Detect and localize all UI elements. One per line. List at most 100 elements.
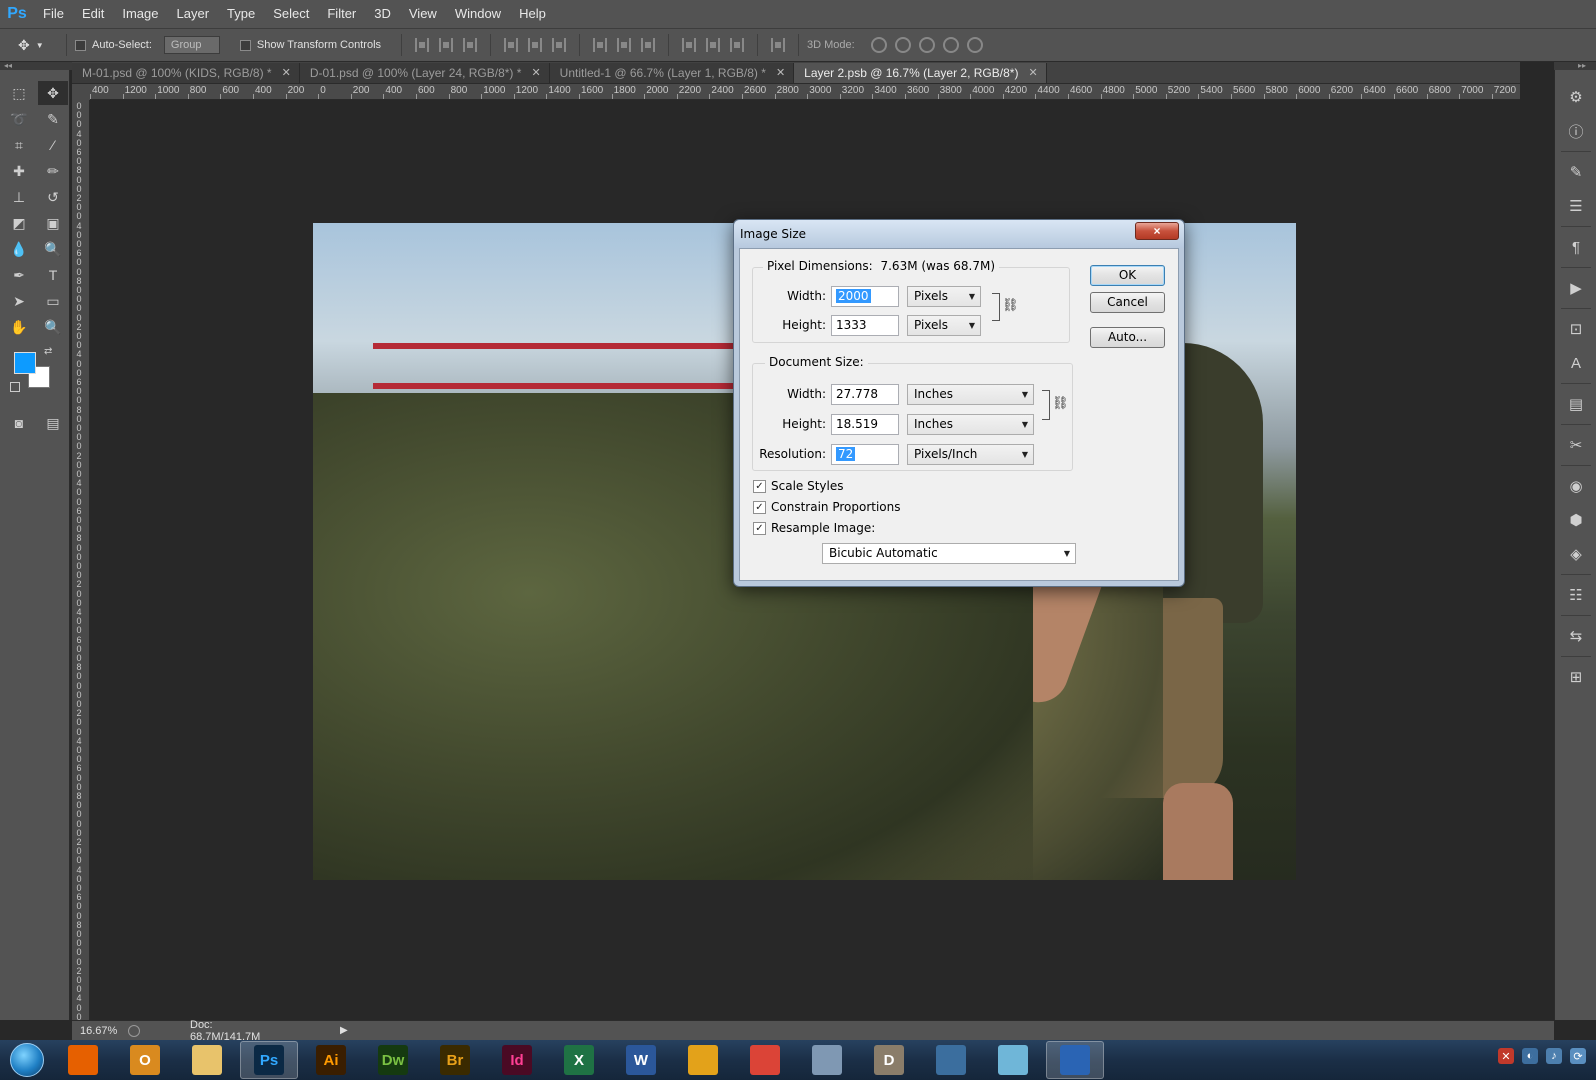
foreground-color-swatch[interactable] bbox=[14, 352, 36, 374]
screen-mode-icon[interactable]: ▤ bbox=[38, 411, 68, 435]
distribute-right-icon[interactable] bbox=[730, 38, 745, 52]
close-button[interactable]: × bbox=[1135, 222, 1179, 240]
align-top-icon[interactable] bbox=[415, 38, 430, 52]
doc-width-input[interactable]: 27.778 bbox=[831, 384, 899, 405]
hand-tool-icon[interactable]: ✋ bbox=[4, 315, 34, 339]
close-icon[interactable]: ✕ bbox=[282, 63, 291, 83]
constrain-proportions-checkbox[interactable]: ✓ bbox=[753, 500, 766, 514]
taskbar-button[interactable]: W bbox=[612, 1041, 670, 1079]
resolution-input[interactable]: 72 bbox=[831, 444, 899, 465]
close-icon[interactable]: ✕ bbox=[531, 63, 540, 83]
auto-select-checkbox[interactable] bbox=[75, 39, 86, 51]
status-menu-arrow-icon[interactable]: ▶ bbox=[340, 1025, 348, 1036]
close-icon[interactable]: ✕ bbox=[1028, 63, 1037, 83]
align-right-icon[interactable] bbox=[552, 38, 567, 52]
menu-window[interactable]: Window bbox=[446, 0, 510, 28]
paragraph-panel-icon[interactable]: ¶ bbox=[1555, 230, 1596, 264]
menu-help[interactable]: Help bbox=[510, 0, 555, 28]
rectangle-tool-icon[interactable]: ▭ bbox=[38, 289, 68, 313]
history-brush-tool-icon[interactable]: ↺ bbox=[38, 185, 68, 209]
start-button[interactable] bbox=[0, 1040, 54, 1080]
doc-height-input[interactable]: 18.519 bbox=[831, 414, 899, 435]
menu-layer[interactable]: Layer bbox=[168, 0, 219, 28]
menu-image[interactable]: Image bbox=[113, 0, 167, 28]
menu-select[interactable]: Select bbox=[264, 0, 318, 28]
align-left-icon[interactable] bbox=[504, 38, 519, 52]
dodge-tool-icon[interactable]: 🔍 bbox=[38, 237, 68, 261]
3d-panel-icon[interactable]: ⬢ bbox=[1555, 503, 1596, 537]
taskbar-button[interactable]: Ai bbox=[302, 1041, 360, 1079]
default-colors-icon[interactable] bbox=[10, 382, 20, 392]
measurement-log-icon[interactable]: ⇆ bbox=[1555, 619, 1596, 653]
taskbar-button[interactable] bbox=[736, 1041, 794, 1079]
taskbar-button[interactable]: O bbox=[116, 1041, 174, 1079]
distribute-horizontal-center-icon[interactable] bbox=[706, 38, 721, 52]
ruler-origin[interactable] bbox=[72, 84, 90, 100]
actions-panel-icon[interactable]: ▶ bbox=[1555, 271, 1596, 305]
distribute-top-icon[interactable] bbox=[593, 38, 608, 52]
swap-colors-icon[interactable]: ⇄ bbox=[44, 346, 52, 357]
taskbar-button[interactable]: X bbox=[550, 1041, 608, 1079]
slide-3d-icon[interactable] bbox=[942, 37, 959, 53]
horizontal-ruler[interactable]: 400 1200 1000 800 600 400 200 0 200 400 600 800 1000… bbox=[90, 84, 1520, 100]
crop-tool-icon[interactable]: ⌗ bbox=[4, 133, 34, 157]
menu-filter[interactable]: Filter bbox=[318, 0, 365, 28]
gradient-tool-icon[interactable]: ▣ bbox=[38, 211, 68, 235]
pen-tool-icon[interactable]: ✒ bbox=[4, 263, 34, 287]
lasso-tool-icon[interactable]: ➰ bbox=[4, 107, 34, 131]
pixel-width-unit-dropdown[interactable]: Pixels bbox=[907, 286, 981, 307]
brush-tool-icon[interactable]: ✏ bbox=[38, 159, 68, 183]
resample-image-row[interactable]: ✓ Resample Image: bbox=[753, 521, 875, 535]
sync-icon[interactable]: ⟳ bbox=[1570, 1048, 1586, 1064]
taskbar-button[interactable] bbox=[1046, 1041, 1104, 1079]
cancel-button[interactable]: Cancel bbox=[1090, 292, 1165, 313]
vertical-ruler[interactable]: 0004060800200400600800002004006008000020… bbox=[72, 100, 90, 1020]
distribute-bottom-icon[interactable] bbox=[641, 38, 656, 52]
eyedropper-tool-icon[interactable]: ⁄ bbox=[38, 133, 68, 157]
tab-layer-2[interactable]: Layer 2.psb @ 16.7% (Layer 2, RGB/8*) ✕ bbox=[794, 63, 1047, 83]
pixel-height-input[interactable]: 1333 bbox=[831, 315, 899, 336]
3d-materials-icon[interactable]: ◈ bbox=[1555, 537, 1596, 571]
doc-width-unit-dropdown[interactable]: Inches bbox=[907, 384, 1034, 405]
zoom-level-field[interactable]: 16.67% bbox=[72, 1025, 122, 1037]
menu-3d[interactable]: 3D bbox=[365, 0, 400, 28]
kuler-panel-icon[interactable]: ◉ bbox=[1555, 469, 1596, 503]
notes-panel-icon[interactable]: ▤ bbox=[1555, 387, 1596, 421]
constrain-proportions-row[interactable]: ✓ Constrain Proportions bbox=[753, 500, 901, 514]
drag-3d-icon[interactable] bbox=[918, 37, 935, 53]
security-alert-icon[interactable]: ✕ bbox=[1498, 1048, 1514, 1064]
quick-selection-tool-icon[interactable]: ✎ bbox=[38, 107, 68, 131]
dialog-titlebar[interactable]: Image Size bbox=[734, 220, 1184, 248]
quick-mask-icon[interactable]: ◙ bbox=[4, 411, 34, 435]
type-tool-icon[interactable]: T bbox=[38, 263, 68, 287]
taskbar-button[interactable]: D bbox=[860, 1041, 918, 1079]
resolution-unit-dropdown[interactable]: Pixels/Inch bbox=[907, 444, 1034, 465]
healing-brush-tool-icon[interactable]: ✚ bbox=[4, 159, 34, 183]
layer-comps-icon[interactable]: ⊞ bbox=[1555, 660, 1596, 694]
network-icon[interactable]: ◐ bbox=[1522, 1048, 1538, 1064]
pixel-height-unit-dropdown[interactable]: Pixels bbox=[907, 315, 981, 336]
tab-m-01[interactable]: M-01.psd @ 100% (KIDS, RGB/8) * ✕ bbox=[72, 63, 300, 83]
taskbar-button[interactable] bbox=[674, 1041, 732, 1079]
ok-button[interactable]: OK bbox=[1090, 265, 1165, 286]
tool-presets-icon[interactable]: ⊡ bbox=[1555, 312, 1596, 346]
menu-file[interactable]: File bbox=[34, 0, 73, 28]
rotate-3d-icon[interactable] bbox=[870, 37, 887, 53]
tab-d-01[interactable]: D-01.psd @ 100% (Layer 24, RGB/8*) * ✕ bbox=[299, 63, 550, 83]
taskbar-button[interactable] bbox=[922, 1041, 980, 1079]
auto-align-layers-icon[interactable] bbox=[771, 38, 786, 52]
timeline-panel-icon[interactable]: ☷ bbox=[1555, 578, 1596, 612]
rectangular-marquee-tool-icon[interactable]: ⬚ bbox=[4, 81, 34, 105]
taskbar-button[interactable] bbox=[54, 1041, 112, 1079]
auto-select-target-dropdown[interactable]: Group bbox=[163, 36, 220, 54]
taskbar-button[interactable]: Ps bbox=[240, 1041, 298, 1079]
align-bottom-icon[interactable] bbox=[463, 38, 478, 52]
volume-icon[interactable]: ♪ bbox=[1546, 1048, 1562, 1064]
taskbar-button[interactable] bbox=[178, 1041, 236, 1079]
history-panel-icon[interactable]: ⚙ bbox=[1555, 80, 1596, 114]
dock-collapse-strip[interactable]: ▸▸ bbox=[1554, 62, 1596, 70]
clone-stamp-tool-icon[interactable]: ⊥ bbox=[4, 185, 34, 209]
scale-styles-row[interactable]: ✓ Scale Styles bbox=[753, 479, 844, 493]
path-selection-tool-icon[interactable]: ➤ bbox=[4, 289, 34, 313]
pixel-width-input[interactable]: 2000 bbox=[831, 286, 899, 307]
